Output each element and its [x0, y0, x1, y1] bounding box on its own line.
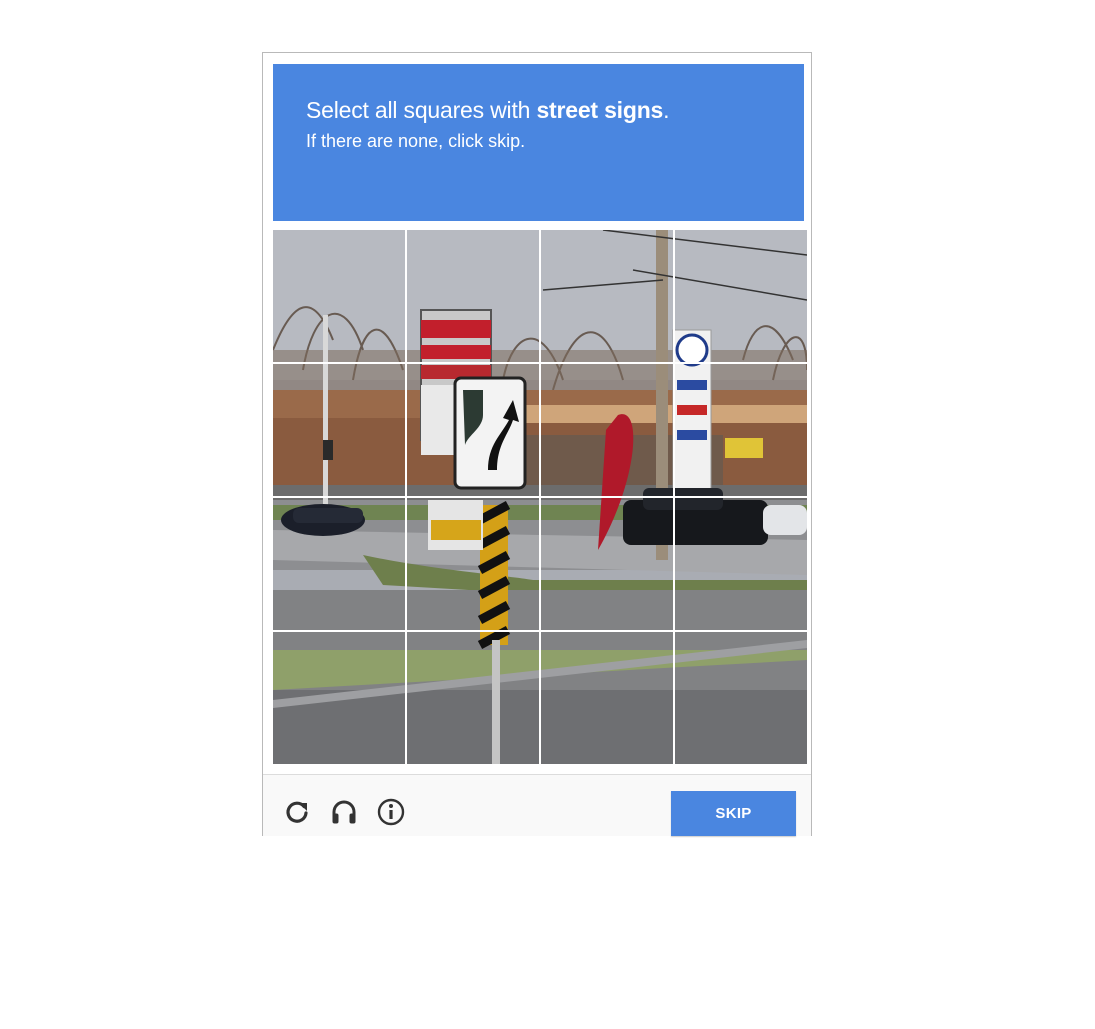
image-tile-r2-c3[interactable] [541, 364, 673, 496]
image-tile-r1-c3[interactable] [541, 230, 673, 362]
image-tile-r1-c1[interactable] [273, 230, 405, 362]
image-tile-r4-c4[interactable] [675, 632, 807, 764]
instruction-prefix: Select all squares with [306, 97, 531, 123]
image-tile-r2-c4[interactable] [675, 364, 807, 496]
image-tile-r1-c2[interactable] [407, 230, 539, 362]
image-tile-r3-c4[interactable] [675, 498, 807, 630]
image-tile-r3-c1[interactable] [273, 498, 405, 630]
image-grid [273, 230, 807, 764]
image-tile-r4-c2[interactable] [407, 632, 539, 764]
image-tile-r1-c4[interactable] [675, 230, 807, 362]
image-tile-r2-c1[interactable] [273, 364, 405, 496]
headphones-icon[interactable] [329, 797, 359, 827]
captcha-footer: SKIP [263, 774, 811, 836]
image-tile-r3-c2[interactable] [407, 498, 539, 630]
instruction-title: Select all squares with street signs. [306, 97, 670, 124]
image-tile-r4-c1[interactable] [273, 632, 405, 764]
reload-icon[interactable] [282, 797, 312, 827]
image-tile-r4-c3[interactable] [541, 632, 673, 764]
captcha-frame: Select all squares with street signs. If… [262, 52, 812, 836]
challenge-header: Select all squares with street signs. If… [273, 64, 804, 221]
skip-button[interactable]: SKIP [671, 791, 796, 836]
image-tile-r2-c2[interactable] [407, 364, 539, 496]
instruction-suffix: . [663, 97, 670, 123]
info-icon[interactable] [376, 797, 406, 827]
instruction-target: street signs [536, 97, 664, 123]
instruction-subtext: If there are none, click skip. [306, 131, 526, 151]
image-tile-r3-c3[interactable] [541, 498, 673, 630]
